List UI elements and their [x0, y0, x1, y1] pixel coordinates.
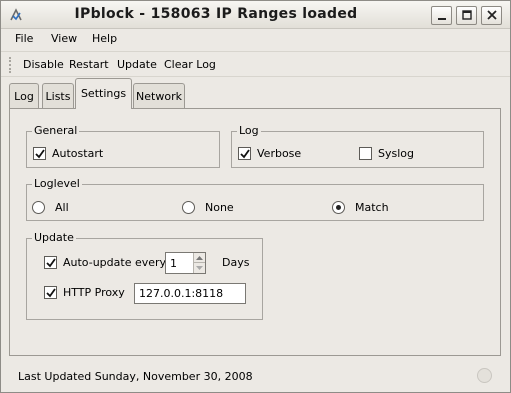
loglevel-match-label: Match: [355, 201, 389, 214]
spin-buttons: [193, 253, 205, 273]
loglevel-all-radio[interactable]: [32, 201, 45, 214]
maximize-button[interactable]: [456, 6, 477, 25]
close-button[interactable]: [481, 6, 502, 25]
minimize-button[interactable]: [431, 6, 452, 25]
menu-file[interactable]: File: [15, 32, 33, 45]
auto-update-label: Auto-update every: [63, 256, 167, 269]
tab-network[interactable]: Network: [133, 83, 185, 108]
autostart-label: Autostart: [52, 147, 104, 160]
checkmark-icon: [46, 258, 56, 268]
update-group-title: Update: [32, 231, 76, 244]
checkmark-icon: [35, 149, 45, 159]
loglevel-group-title: Loglevel: [32, 177, 82, 190]
syslog-checkbox[interactable]: [359, 147, 372, 160]
toolbar: Disable Restart Update Clear Log: [1, 51, 510, 77]
status-indicator-icon: [477, 368, 492, 383]
verbose-label: Verbose: [257, 147, 302, 160]
loglevel-group: Loglevel: [26, 177, 484, 221]
auto-update-row: Auto-update every: [44, 256, 166, 269]
spin-down-button[interactable]: [194, 263, 205, 273]
checkmark-icon: [240, 149, 250, 159]
tab-lists[interactable]: Lists: [42, 83, 74, 108]
verbose-checkbox[interactable]: [238, 147, 251, 160]
tab-log[interactable]: Log: [9, 83, 39, 108]
days-unit: Days: [222, 256, 249, 269]
http-proxy-label: HTTP Proxy: [63, 286, 125, 299]
syslog-label: Syslog: [378, 147, 414, 160]
http-proxy-checkbox[interactable]: [44, 286, 57, 299]
http-proxy-input[interactable]: [134, 283, 246, 304]
toolbar-handle[interactable]: [9, 57, 13, 73]
update-button[interactable]: Update: [117, 58, 157, 71]
window-title: IPblock - 158063 IP Ranges loaded: [74, 6, 358, 22]
radio-selected-dot: [336, 205, 341, 210]
minimize-icon: [438, 18, 446, 20]
http-proxy-row: HTTP Proxy: [44, 286, 125, 299]
status-bar: Last Updated Sunday, November 30, 2008: [0, 362, 509, 391]
menu-view[interactable]: View: [51, 32, 77, 45]
update-interval-spinbox[interactable]: 1: [165, 252, 206, 274]
close-icon: [487, 10, 497, 20]
loglevel-option-all: All: [32, 201, 69, 214]
chevron-down-icon: [196, 266, 203, 270]
auto-update-checkbox[interactable]: [44, 256, 57, 269]
loglevel-option-none: None: [182, 201, 234, 214]
days-label: Days: [222, 256, 250, 269]
tab-settings[interactable]: Settings: [75, 78, 132, 109]
verbose-row: Verbose: [238, 147, 301, 160]
log-group-title: Log: [237, 124, 261, 137]
spin-up-button[interactable]: [194, 253, 205, 263]
loglevel-none-radio[interactable]: [182, 201, 195, 214]
loglevel-option-match: Match: [332, 201, 389, 214]
general-group-title: General: [32, 124, 80, 137]
autostart-checkbox[interactable]: [33, 147, 46, 160]
update-interval-value[interactable]: 1: [170, 257, 177, 270]
loglevel-all-label: All: [55, 201, 69, 214]
loglevel-match-radio[interactable]: [332, 201, 345, 214]
clear-log-button[interactable]: Clear Log: [164, 58, 216, 71]
autostart-row: Autostart: [33, 147, 103, 160]
loglevel-none-label: None: [205, 201, 234, 214]
update-group: Update: [26, 231, 263, 320]
menu-bar: File View Help: [1, 29, 510, 49]
chevron-up-icon: [196, 256, 203, 260]
syslog-row: Syslog: [359, 147, 414, 160]
title-bar[interactable]: IPblock - 158063 IP Ranges loaded: [1, 1, 510, 29]
status-text: Last Updated Sunday, November 30, 2008: [18, 370, 253, 383]
menu-help[interactable]: Help: [92, 32, 117, 45]
maximize-icon: [462, 10, 472, 20]
checkmark-icon: [46, 288, 56, 298]
disable-button[interactable]: Disable: [23, 58, 64, 71]
restart-button[interactable]: Restart: [69, 58, 109, 71]
